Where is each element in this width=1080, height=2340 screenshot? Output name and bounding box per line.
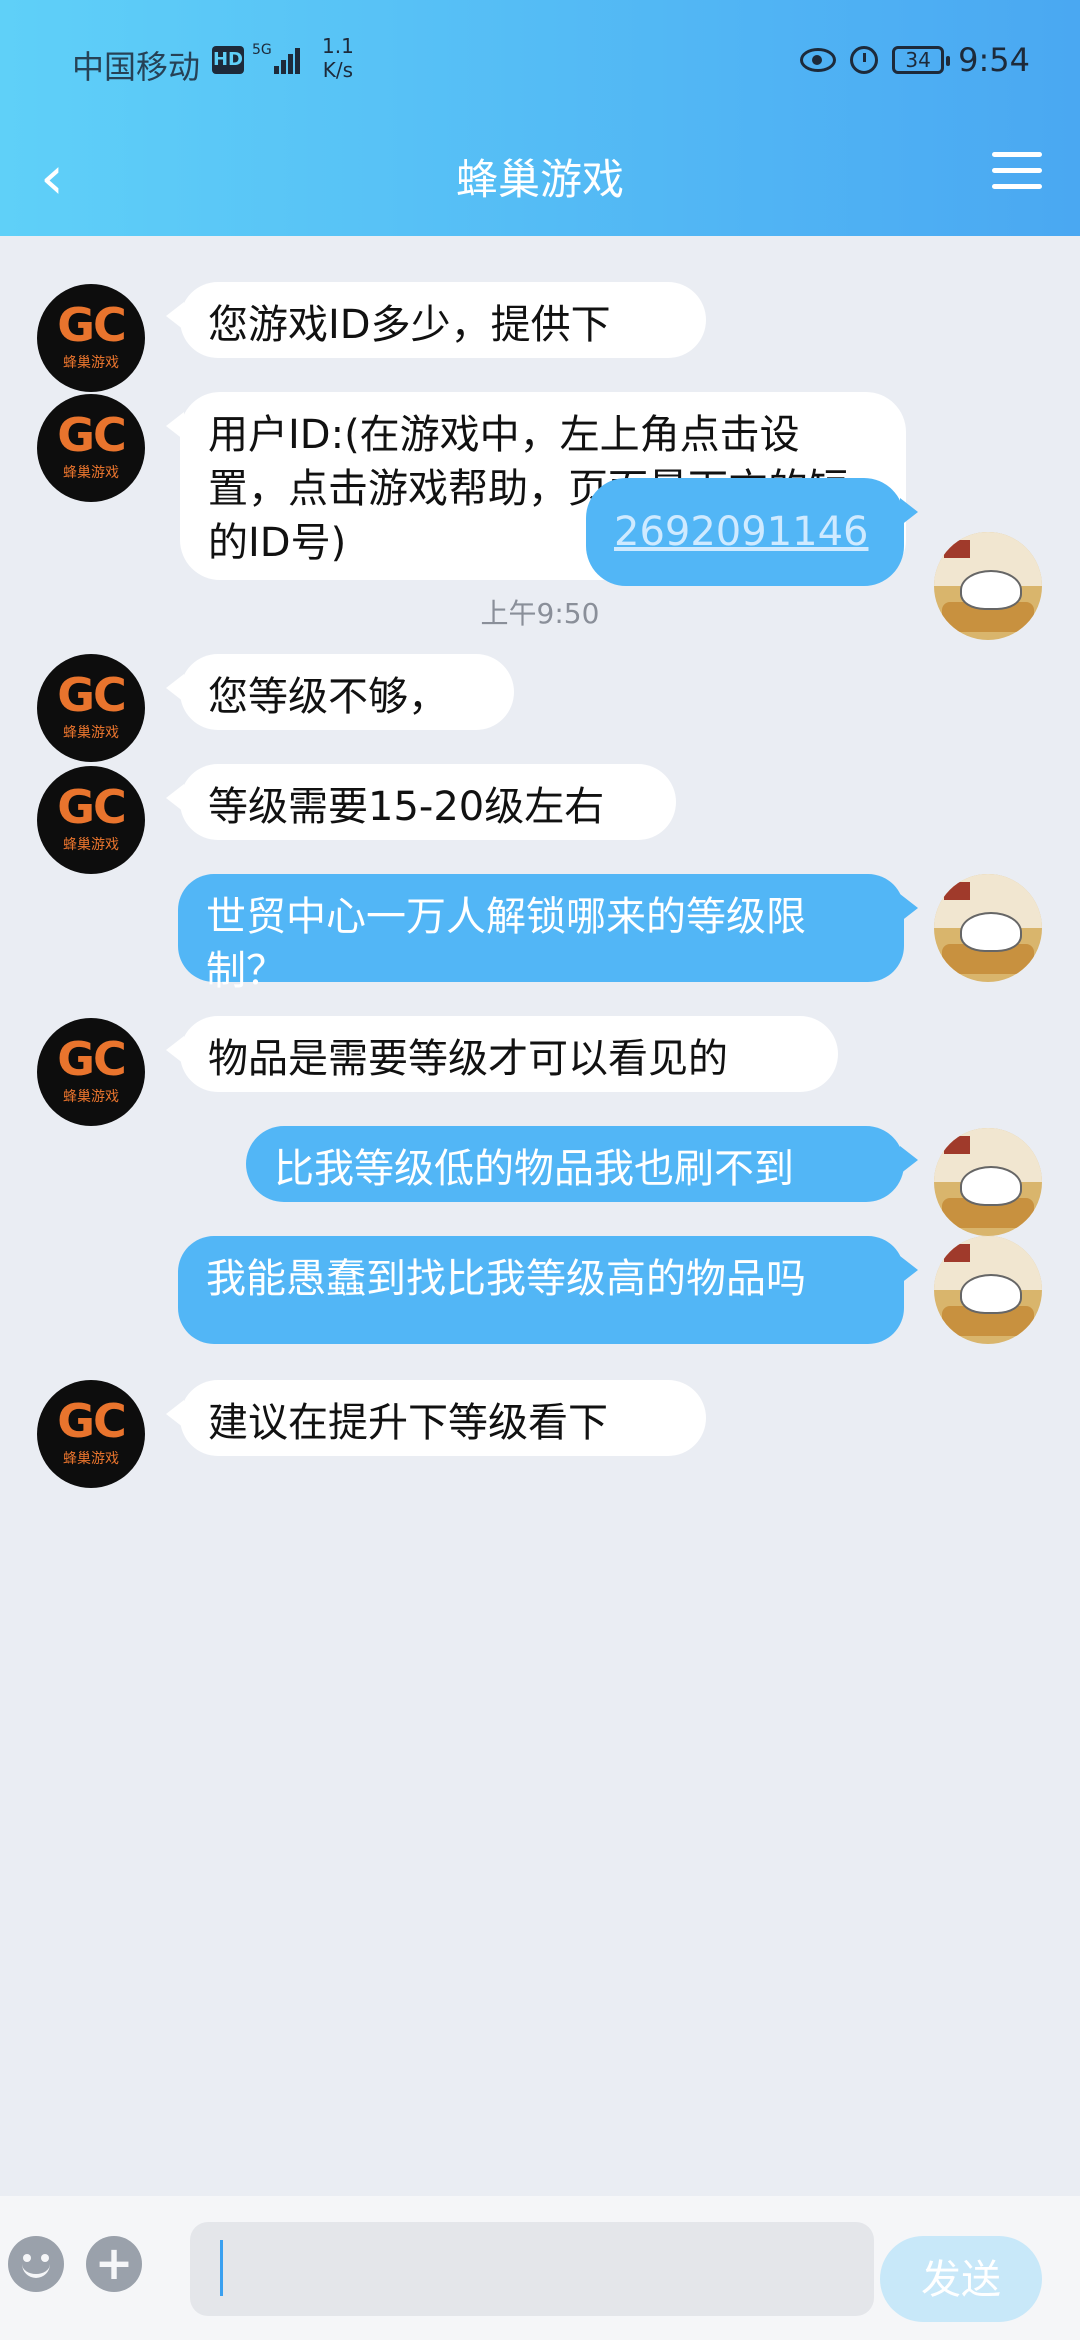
clock-time: 9:54 [958,41,1030,79]
hamburger-menu-icon[interactable] [992,146,1044,196]
eye-icon [800,48,837,72]
incoming-bubble[interactable]: 等级需要15-20级左右 [166,764,676,840]
incoming-bubble[interactable]: 建议在提升下等级看下 [166,1380,706,1456]
status-bar: 中国移动 HD 5G 1.1 K/s 34 9:54 [0,0,1080,120]
battery-icon: 34 [892,46,951,74]
status-icons: 34 9:54 [800,40,1030,80]
signal-icon [274,44,304,74]
avatar[interactable]: GC 蜂巢游戏 [37,394,145,502]
text-caret [220,2240,223,2296]
outgoing-bubble[interactable]: 2692091146 [586,478,918,586]
gc-logo-subtext: 蜂巢游戏 [63,465,119,481]
carrier-name: 中国移动 [72,48,201,86]
plus-icon[interactable]: + [86,2236,142,2292]
timestamp: 上午9:50 [480,597,600,630]
user-id-link[interactable]: 2692091146 [614,509,869,555]
gc-logo-text: GC [57,1032,127,1086]
network-type: 5G [252,42,272,58]
gc-logo-subtext: 蜂巢游戏 [63,837,119,853]
nav-bar: ‹ 蜂巢游戏 [0,120,1080,236]
gc-logo-subtext: 蜂巢游戏 [63,725,119,741]
chat-area[interactable]: GC 蜂巢游戏 您游戏ID多少，提供下 GC 蜂巢游戏 用户ID:(在游戏中，左… [0,236,1080,2196]
speed-unit: K/s [322,58,354,82]
incoming-bubble[interactable]: 您游戏ID多少，提供下 [166,282,706,358]
input-bar: + 发送 [0,2196,1080,2340]
incoming-bubble[interactable]: 您等级不够， [166,654,514,730]
avatar[interactable] [934,1236,1042,1344]
network-speed: 1.1 K/s [322,34,354,82]
hd-badge: HD [212,46,244,74]
avatar[interactable] [934,874,1042,982]
gc-logo-subtext: 蜂巢游戏 [63,1089,119,1105]
avatar[interactable] [934,1128,1042,1236]
gc-logo-text: GC [57,408,127,462]
avatar[interactable]: GC 蜂巢游戏 [37,284,145,392]
gc-logo-subtext: 蜂巢游戏 [63,1451,119,1467]
avatar[interactable]: GC 蜂巢游戏 [37,1380,145,1488]
message-input[interactable] [190,2222,874,2316]
avatar[interactable]: GC 蜂巢游戏 [37,654,145,762]
avatar[interactable]: GC 蜂巢游戏 [37,766,145,874]
outgoing-bubble[interactable]: 我能愚蠢到找比我等级高的物品吗 [178,1236,918,1344]
gc-logo-text: GC [57,298,127,352]
page-title: 蜂巢游戏 [455,155,624,204]
send-button[interactable]: 发送 [880,2236,1042,2322]
outgoing-bubble[interactable]: 比我等级低的物品我也刷不到 [246,1126,918,1202]
incoming-bubble[interactable]: 物品是需要等级才可以看见的 [166,1016,838,1092]
outgoing-bubble[interactable]: 世贸中心一万人解锁哪来的等级限制？ [178,874,918,994]
top-bar: 中国移动 HD 5G 1.1 K/s 34 9:54 ‹ 蜂巢游戏 [0,0,1080,236]
gc-logo-text: GC [57,1394,127,1448]
alarm-icon [850,46,879,74]
emoji-icon[interactable] [8,2236,64,2292]
gc-logo-subtext: 蜂巢游戏 [63,355,119,371]
gc-logo-text: GC [57,780,127,834]
avatar[interactable]: GC 蜂巢游戏 [37,1018,145,1126]
gc-logo-text: GC [57,668,127,722]
speed-value: 1.1 [322,34,354,58]
